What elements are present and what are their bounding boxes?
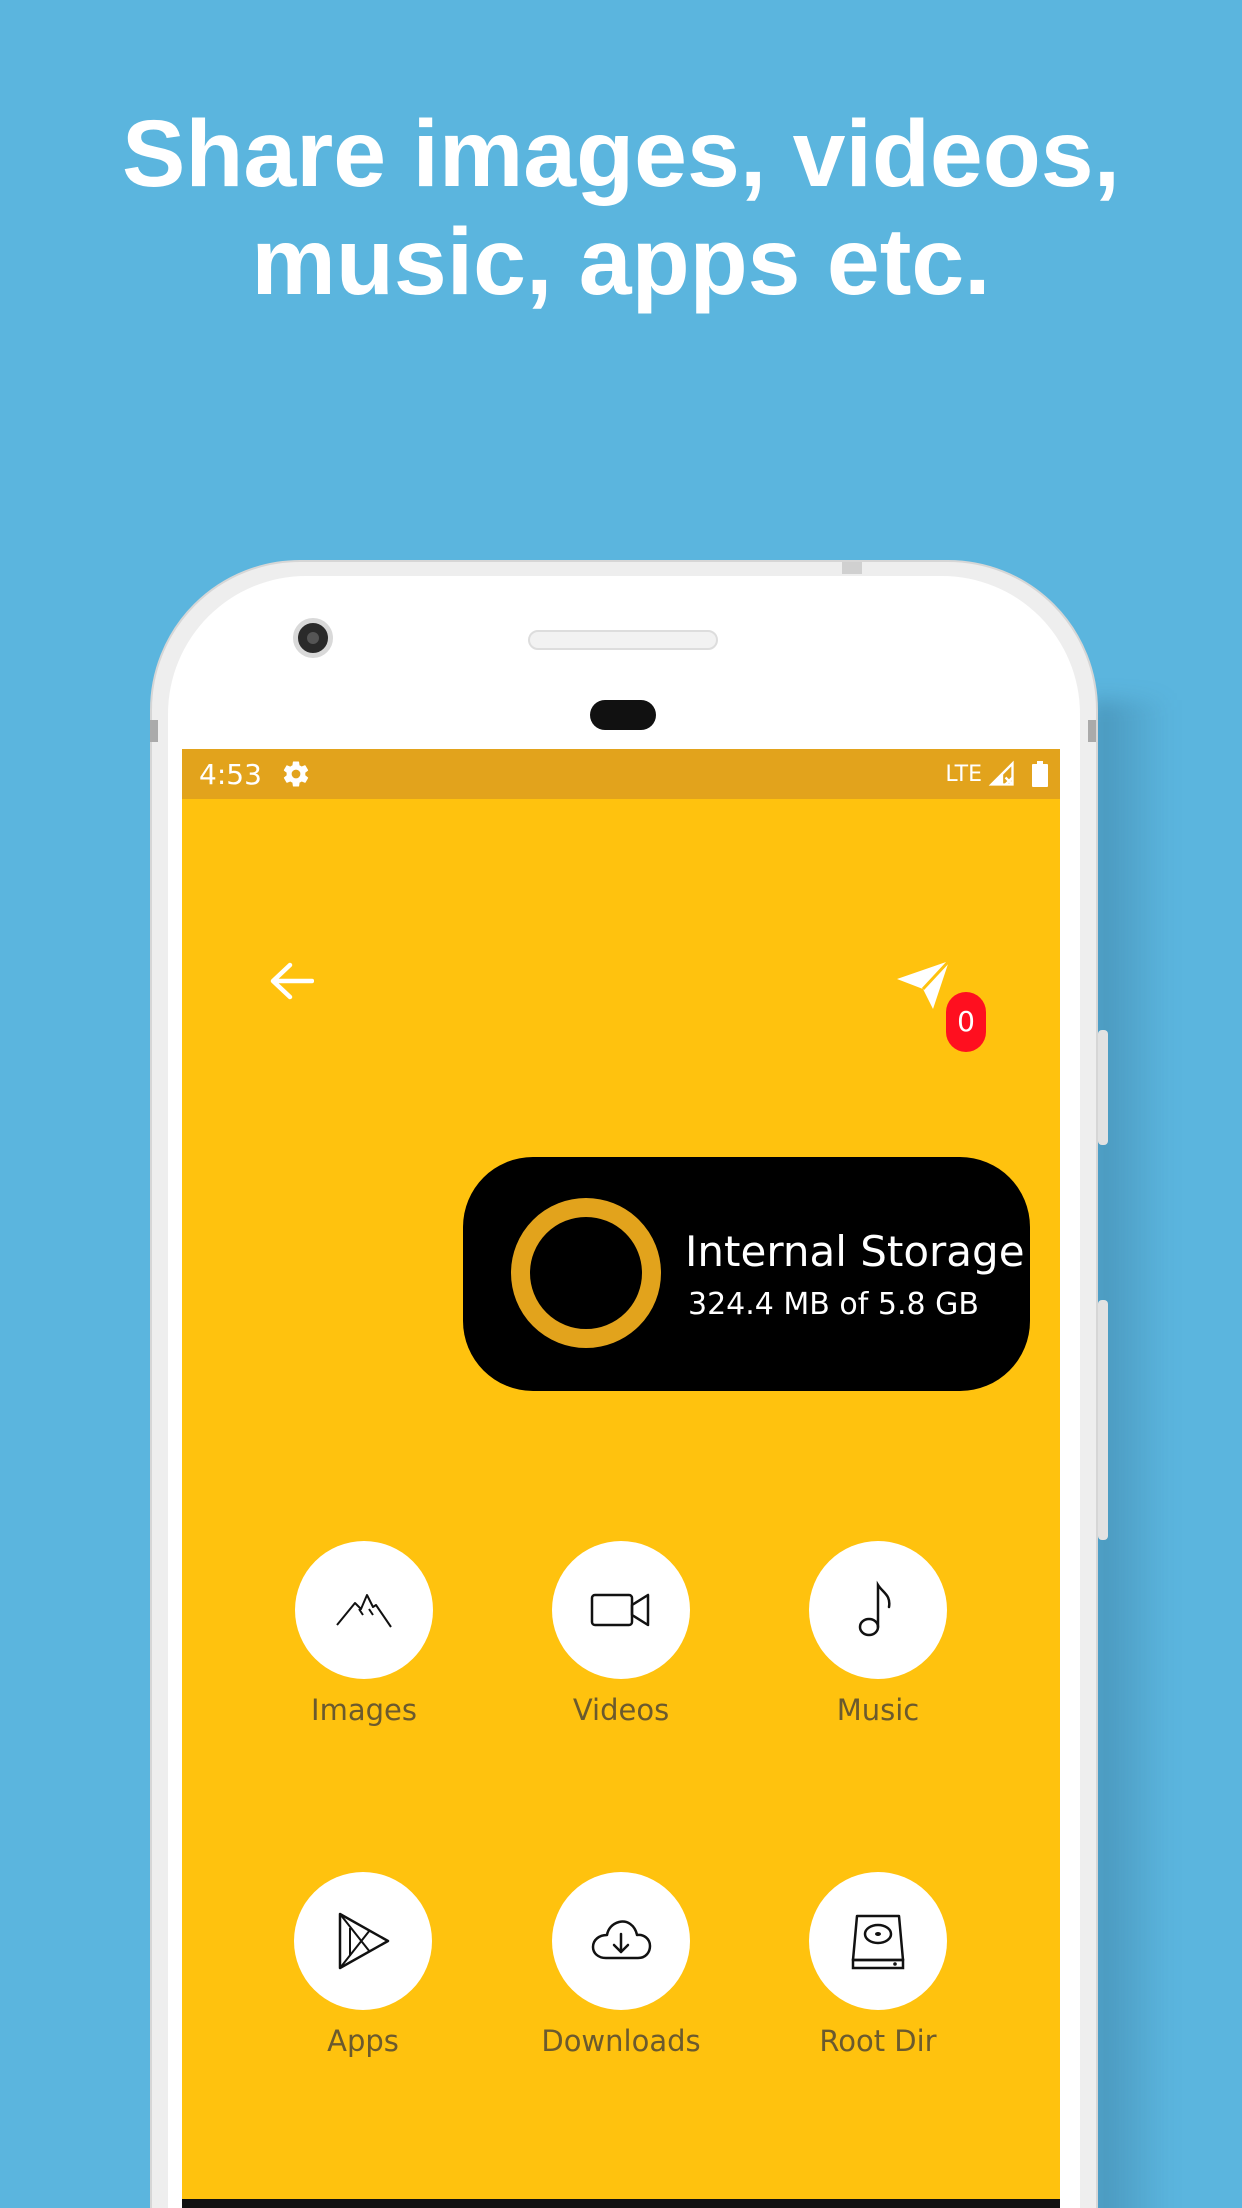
gear-icon xyxy=(283,761,309,787)
phone-antenna-band-right xyxy=(1088,720,1096,742)
category-music-circle[interactable] xyxy=(809,1541,947,1679)
battery-icon xyxy=(1032,761,1048,787)
phone-volume-button xyxy=(1098,1300,1108,1540)
category-downloads-circle[interactable] xyxy=(552,1872,690,2010)
back-arrow-icon[interactable] xyxy=(268,961,314,1001)
phone-power-button xyxy=(1098,1030,1108,1145)
category-root-dir[interactable]: Root Dir xyxy=(778,1872,978,2058)
mountain-icon xyxy=(336,1594,392,1628)
category-label: Music xyxy=(836,1693,920,1727)
navigation-bar-edge xyxy=(182,2199,1060,2208)
category-images[interactable]: Images xyxy=(264,1541,464,1727)
headline: Share images, videos, music, apps etc. xyxy=(0,100,1242,316)
app-screen: 4:53 LTE 0 Internal Storage 324.4 MB of … xyxy=(182,749,1060,2208)
proximity-sensor xyxy=(590,700,656,730)
category-apps-circle[interactable] xyxy=(294,1872,432,2010)
category-videos-circle[interactable] xyxy=(552,1541,690,1679)
phone-antenna-band-left xyxy=(150,720,158,742)
cloud-download-icon xyxy=(591,1920,652,1960)
send-count-badge: 0 xyxy=(946,992,986,1052)
storage-usage: 324.4 MB of 5.8 GB xyxy=(688,1287,979,1322)
category-label: Videos xyxy=(572,1693,670,1727)
earpiece-speaker xyxy=(528,630,718,650)
category-music[interactable]: Music xyxy=(778,1541,978,1727)
category-label: Apps xyxy=(327,2024,399,2058)
category-images-circle[interactable] xyxy=(295,1541,433,1679)
storage-title: Internal Storage xyxy=(685,1227,1025,1276)
network-type: LTE xyxy=(945,761,982,787)
category-label: Images xyxy=(311,1693,417,1727)
music-note-icon xyxy=(858,1580,891,1637)
category-label: Downloads xyxy=(541,2024,701,2058)
category-downloads[interactable]: Downloads xyxy=(521,1872,721,2058)
headline-line-2: music, apps etc. xyxy=(251,209,991,315)
phone-top-button xyxy=(842,562,862,574)
front-camera xyxy=(293,618,333,658)
status-bar: 4:53 LTE xyxy=(182,749,1060,799)
video-camera-icon xyxy=(590,1593,650,1627)
category-root-dir-circle[interactable] xyxy=(809,1872,947,2010)
signal-icon xyxy=(988,760,1014,786)
paper-plane-icon[interactable] xyxy=(895,959,951,1011)
hard-drive-icon xyxy=(851,1914,905,1970)
storage-usage-ring xyxy=(511,1198,661,1348)
headline-line-1: Share images, videos, xyxy=(122,101,1120,207)
internal-storage-card[interactable]: Internal Storage 324.4 MB of 5.8 GB xyxy=(463,1157,1030,1391)
category-apps[interactable]: Apps xyxy=(263,1872,463,2058)
status-time: 4:53 xyxy=(199,758,262,791)
play-store-icon xyxy=(338,1912,390,1970)
category-label: Root Dir xyxy=(819,2024,937,2058)
category-videos[interactable]: Videos xyxy=(521,1541,721,1727)
status-indicators: LTE xyxy=(945,759,1048,789)
